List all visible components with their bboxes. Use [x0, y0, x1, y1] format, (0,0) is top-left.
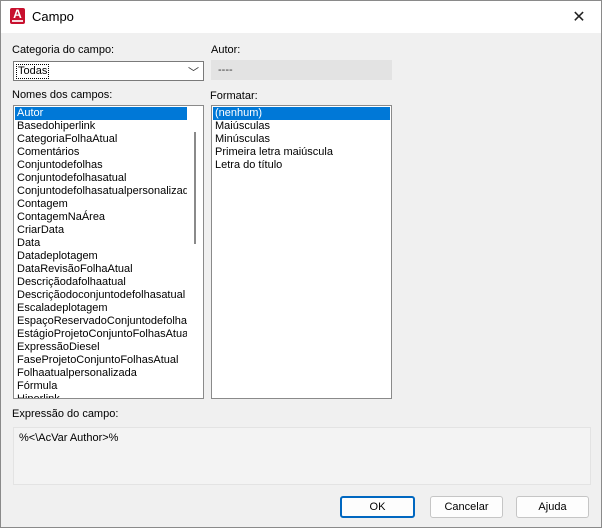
list-item[interactable]: Conjuntodefolhasatual [15, 172, 202, 185]
field-names-list[interactable]: Autor Basedohiperlink CategoriaFolhaAtual C… [13, 105, 204, 399]
expression-label: Expressão do campo: [12, 408, 119, 420]
scrollbar-thumb[interactable] [194, 132, 196, 244]
list-item[interactable]: Hiperlink [15, 393, 202, 398]
list-item[interactable]: Contagem [15, 198, 202, 211]
ok-button[interactable]: OK [340, 496, 415, 518]
expression-field: %<\AcVar Author>% [13, 427, 591, 485]
title-bar: A Campo ✕ [1, 1, 601, 33]
list-item[interactable]: Escaladeplotagem [15, 302, 202, 315]
list-item[interactable]: Datadeplotagem [15, 250, 202, 263]
field-names-scrollbar[interactable] [187, 106, 203, 398]
list-item[interactable]: Folhaatualpersonalizada [15, 367, 202, 380]
autocad-app-icon: A [10, 8, 25, 24]
list-item[interactable]: EspaçoReservadoConjuntodefolhas [15, 315, 202, 328]
window-title: Campo [32, 9, 74, 24]
list-item[interactable]: Data [15, 237, 202, 250]
list-item[interactable]: FaseProjetoConjuntoFolhasAtual [15, 354, 202, 367]
list-item[interactable]: Primeira letra maiúscula [213, 146, 390, 159]
list-item[interactable]: Maiúsculas [213, 120, 390, 133]
list-item[interactable]: Basedohiperlink [15, 120, 202, 133]
author-value-field: ---- [211, 60, 392, 80]
list-item[interactable]: ExpressãoDiesel [15, 341, 202, 354]
list-item[interactable]: Comentários [15, 146, 202, 159]
list-item[interactable]: Fórmula [15, 380, 202, 393]
list-item[interactable]: Conjuntodefolhas [15, 159, 202, 172]
category-label: Categoria do campo: [12, 44, 115, 56]
expression-value: %<\AcVar Author>% [19, 432, 119, 444]
list-item[interactable]: CategoriaFolhaAtual [15, 133, 202, 146]
close-icon[interactable]: ✕ [565, 5, 593, 29]
cancel-button[interactable]: Cancelar [430, 496, 503, 518]
list-item[interactable]: Descriçãodoconjuntodefolhasatual [15, 289, 202, 302]
field-names-label: Nomes dos campos: [12, 89, 113, 101]
list-item[interactable]: ContagemNaÁrea [15, 211, 202, 224]
list-item[interactable]: EstágioProjetoConjuntoFolhasAtual [15, 328, 202, 341]
list-item[interactable]: Descriçãodafolhaatual [15, 276, 202, 289]
category-select[interactable]: Todas ﹀ [13, 61, 204, 81]
chevron-down-icon[interactable]: ﹀ [188, 64, 199, 80]
list-item[interactable]: (nenhum) [213, 107, 390, 120]
list-item[interactable]: Letra do título [213, 159, 390, 172]
list-item[interactable]: Minúsculas [213, 133, 390, 146]
list-item[interactable]: Conjuntodefolhasatualpersonalizad [15, 185, 202, 198]
author-value: ---- [218, 64, 233, 76]
list-item[interactable]: DataRevisãoFolhaAtual [15, 263, 202, 276]
format-label: Formatar: [210, 90, 258, 102]
category-selected-value: Todas [16, 64, 50, 79]
list-item[interactable]: Autor [15, 107, 202, 120]
list-item[interactable]: CriarData [15, 224, 202, 237]
field-dialog: A Campo ✕ Categoria do campo: Todas ﹀ Au… [0, 0, 602, 528]
format-list[interactable]: (nenhum) Maiúsculas Minúsculas Primeira let… [211, 105, 392, 399]
author-label: Autor: [211, 44, 241, 56]
help-button[interactable]: Ajuda [516, 496, 589, 518]
